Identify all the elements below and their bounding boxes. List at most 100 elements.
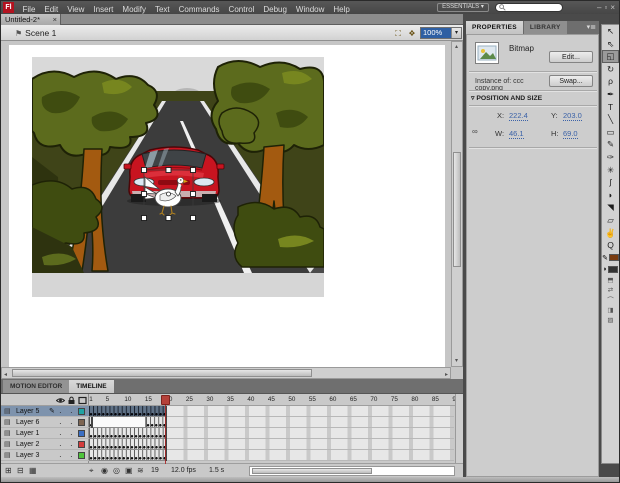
show-hide-eye-icon[interactable] <box>56 396 65 405</box>
current-frame-value[interactable]: 19 <box>151 467 159 474</box>
new-layer-button[interactable]: ⊞ <box>5 466 12 475</box>
playhead-marker[interactable] <box>161 395 171 405</box>
tab-motion-editor[interactable]: MOTION EDITOR <box>3 380 70 393</box>
frame-row-layer-3[interactable] <box>89 450 455 461</box>
free-transform-tool[interactable]: ◱ <box>602 50 619 63</box>
layer-visible-dot[interactable]: · <box>59 452 62 461</box>
edit-multiple-frames-button[interactable]: ▣ <box>125 466 133 475</box>
transform-center-point[interactable] <box>166 191 171 197</box>
layer-name[interactable]: Layer 3 <box>16 452 39 459</box>
menu-edit[interactable]: Edit <box>40 5 63 14</box>
search-input[interactable] <box>495 3 563 12</box>
center-frame-button[interactable]: ⌖ <box>89 466 94 476</box>
layer-name[interactable]: Layer 5 <box>16 408 39 415</box>
menu-file[interactable]: File <box>18 5 40 14</box>
horizontal-scroll-thumb[interactable] <box>12 369 312 377</box>
unused-frames[interactable] <box>166 428 454 439</box>
new-folder-button[interactable]: ⊟ <box>17 466 24 475</box>
3d-rotation-tool[interactable]: ↻ <box>602 63 619 76</box>
document-tab[interactable]: Untitled-2* × <box>1 14 61 25</box>
transform-handle-s[interactable] <box>165 215 172 221</box>
layer-name[interactable]: Layer 2 <box>16 441 39 448</box>
scroll-up-icon[interactable]: ▴ <box>455 42 458 52</box>
stage-pasteboard[interactable]: ▴ ▾ ◂ ▸ <box>1 41 463 379</box>
unused-frames[interactable] <box>166 450 454 461</box>
menu-help[interactable]: Help <box>329 5 354 14</box>
unused-frames[interactable] <box>166 417 454 428</box>
keyframes[interactable] <box>89 406 167 417</box>
rectangle-tool[interactable]: ▭ <box>602 126 619 139</box>
frame-ruler[interactable]: 15101520253035404550556065707580859095 <box>89 394 455 406</box>
layer-name[interactable]: Layer 1 <box>16 430 39 437</box>
menu-debug[interactable]: Debug <box>259 5 292 14</box>
stage-artwork[interactable] <box>32 57 324 297</box>
menu-text[interactable]: Text <box>150 5 174 14</box>
y-value[interactable]: 203.0 <box>563 111 582 121</box>
frame-row-layer-5[interactable] <box>89 406 455 417</box>
panel-menu-icon[interactable]: ▾≣ <box>587 21 599 34</box>
collapse-triangle-icon[interactable]: ▿ <box>471 95 474 102</box>
layer-visible-dot[interactable]: · <box>59 419 62 428</box>
zoom-dropdown-arrow-icon[interactable]: ▾ <box>451 28 461 38</box>
fill-color-swatch[interactable] <box>608 266 619 274</box>
menu-commands[interactable]: Commands <box>174 5 224 14</box>
edit-button[interactable]: Edit... <box>549 51 593 63</box>
timeline-horizontal-scrollbar[interactable] <box>249 466 455 476</box>
stage-canvas[interactable] <box>9 45 445 367</box>
layer-lock-dot[interactable]: · <box>70 419 73 428</box>
keyframes[interactable] <box>89 439 167 450</box>
w-value[interactable]: 46.1 <box>509 129 524 139</box>
selection-tool[interactable]: ↖ <box>602 25 619 38</box>
tab-close-icon[interactable]: × <box>53 14 57 25</box>
layer-name[interactable]: Layer 6 <box>16 419 39 426</box>
layer-row-layer-2[interactable]: ▤ Layer 2 · · <box>1 439 89 450</box>
outline-box-icon[interactable] <box>78 396 87 405</box>
eraser-tool[interactable]: ▱ <box>602 214 619 227</box>
layer-lock-dot[interactable]: · <box>70 430 73 439</box>
frame-row-layer-6[interactable] <box>89 417 455 428</box>
frames-region[interactable]: 15101520253035404550556065707580859095 <box>89 394 455 464</box>
menu-window[interactable]: Window <box>291 5 328 14</box>
stroke-color-swatch[interactable] <box>608 254 619 262</box>
tool-option-0[interactable]: ⬒ <box>602 276 619 286</box>
transform-handle-se[interactable] <box>190 215 196 221</box>
lock-icon[interactable] <box>67 396 76 405</box>
lasso-tool[interactable]: ρ <box>602 75 619 88</box>
tab-timeline[interactable]: TIMELINE <box>69 380 114 393</box>
deco-tool[interactable]: ✳ <box>602 164 619 177</box>
menu-insert[interactable]: Insert <box>89 5 118 14</box>
onion-skin-outlines-button[interactable]: ◎ <box>113 466 120 475</box>
tool-option-3[interactable]: ◨ <box>602 306 619 316</box>
transform-handle-nw[interactable] <box>141 167 147 173</box>
delete-layer-button[interactable]: ▦ <box>29 466 37 475</box>
window-controls[interactable]: –▫× <box>597 1 618 14</box>
keyframes[interactable] <box>89 450 167 461</box>
edit-symbol-button[interactable]: ❖ <box>406 28 418 39</box>
layer-row-layer-3[interactable]: ▤ Layer 3 · · <box>1 450 89 461</box>
menu-control[interactable]: Control <box>224 5 259 14</box>
modify-markers-button[interactable]: ≋ <box>137 466 144 475</box>
layer-lock-dot[interactable]: · <box>70 441 73 450</box>
transform-handle-w[interactable] <box>141 191 147 197</box>
stage-zoom-select[interactable]: 100% ▾ <box>420 27 462 39</box>
layer-color-swatch[interactable] <box>78 419 85 426</box>
vertical-scroll-thumb[interactable] <box>453 152 461 267</box>
close-icon[interactable]: × <box>610 3 618 12</box>
edit-scene-button[interactable]: ⛶ <box>392 28 404 39</box>
timeline-scroll-thumb[interactable] <box>252 468 372 474</box>
pen-tool[interactable]: ✒ <box>602 88 619 101</box>
layer-color-swatch[interactable] <box>78 441 85 448</box>
tool-option-1[interactable]: ⇄ <box>602 286 619 296</box>
transform-handle-n[interactable] <box>165 167 172 173</box>
layer-row-layer-1[interactable]: ▤ Layer 1 · · <box>1 428 89 439</box>
tool-option-2[interactable]: ⌒ <box>602 296 619 306</box>
stroke-color-row[interactable]: ✎ <box>602 252 619 264</box>
subselection-tool[interactable]: ⇖ <box>602 38 619 51</box>
layer-color-swatch[interactable] <box>78 408 85 415</box>
layer-lock-dot[interactable]: · <box>70 408 73 417</box>
layer-color-swatch[interactable] <box>78 430 85 437</box>
keyframes[interactable] <box>89 428 167 439</box>
layer-visible-dot[interactable]: · <box>59 408 62 417</box>
text-tool[interactable]: T <box>602 101 619 114</box>
layer-row-layer-6[interactable]: ▤ Layer 6 · · <box>1 417 89 428</box>
